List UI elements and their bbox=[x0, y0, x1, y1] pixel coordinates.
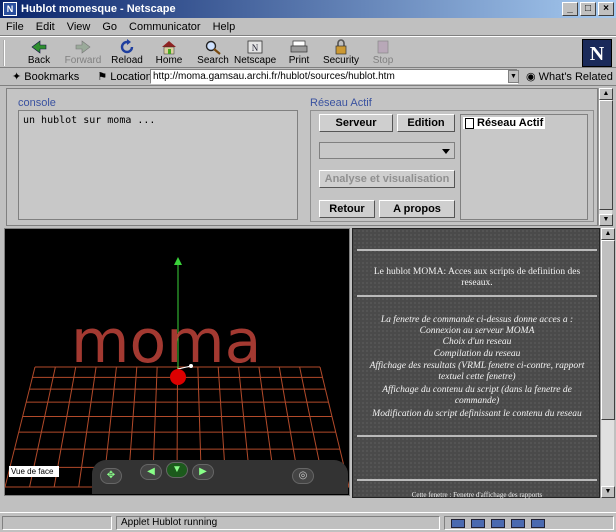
search-button[interactable]: Search bbox=[192, 38, 234, 68]
panel-intro: Le hublot MOMA: Acces aux scripts de def… bbox=[373, 267, 581, 288]
composer-icon[interactable] bbox=[531, 518, 545, 528]
lock-icon bbox=[335, 39, 347, 55]
scroll-thumb[interactable] bbox=[601, 240, 615, 420]
status-security-icons[interactable] bbox=[2, 516, 112, 530]
nav-zoom-icon[interactable]: ◎ bbox=[292, 468, 314, 484]
viewpoint-select[interactable]: Vue de face bbox=[9, 466, 59, 477]
console-textarea[interactable]: un hublot sur moma ... bbox=[18, 110, 298, 220]
minimize-button[interactable]: _ bbox=[562, 2, 578, 16]
panel-line: Connexion au serveur MOMA bbox=[419, 326, 535, 336]
maximize-button[interactable]: □ bbox=[580, 2, 596, 16]
back-arrow-icon bbox=[31, 40, 47, 54]
tree-node-reseau-actif[interactable]: Réseau Actif bbox=[463, 117, 546, 129]
svg-text:N: N bbox=[252, 43, 259, 53]
reload-button[interactable]: Reload bbox=[106, 38, 148, 68]
reseau-actif-label: Réseau Actif bbox=[310, 97, 372, 109]
mail-icon[interactable] bbox=[471, 518, 485, 528]
divider bbox=[357, 295, 597, 297]
close-button[interactable]: × bbox=[598, 2, 614, 16]
home-icon bbox=[162, 41, 176, 55]
forward-button[interactable]: Forward bbox=[62, 38, 104, 68]
document-icon bbox=[465, 117, 474, 129]
bookmarks-button[interactable]: ✦ Bookmarks bbox=[12, 70, 79, 83]
menu-communicator[interactable]: Communicator bbox=[129, 21, 201, 33]
divider bbox=[357, 435, 597, 437]
menu-view[interactable]: View bbox=[67, 21, 91, 33]
scroll-up-button[interactable]: ▲ bbox=[599, 88, 613, 100]
navigation-toolbar: Back Forward Reload Home Search N Netsca… bbox=[0, 36, 616, 68]
panel-line: Affichage du contenu du script (dans la … bbox=[382, 385, 572, 406]
netscape-button[interactable]: N Netscape bbox=[234, 38, 276, 68]
search-icon bbox=[205, 40, 221, 55]
scroll-down-button[interactable]: ▼ bbox=[601, 486, 615, 498]
component-bar bbox=[444, 516, 614, 530]
panel-line: Affichage des resultats (VRML fenetre ci… bbox=[369, 361, 585, 382]
url-dropdown-button[interactable]: ▼ bbox=[508, 70, 519, 83]
status-text: Applet Hublot running bbox=[116, 516, 440, 530]
toolbar-grip[interactable] bbox=[3, 40, 7, 66]
panel-line: Modification du script definissant le co… bbox=[372, 409, 582, 419]
netscape-app-icon: N bbox=[3, 2, 17, 16]
analyse-visualisation-button[interactable]: Analyse et visualisation bbox=[319, 170, 455, 188]
vrml-navigation-bar: ✥ ◀ ▼ ▶ ◎ bbox=[92, 460, 348, 494]
security-button[interactable]: Security bbox=[320, 38, 362, 68]
report-scrollbar[interactable]: ▲ ▼ bbox=[600, 228, 615, 498]
origin-sphere bbox=[170, 369, 186, 385]
netscape-logo[interactable]: N bbox=[582, 39, 612, 67]
nav-move-icon[interactable]: ✥ bbox=[100, 468, 122, 484]
window-titlebar: N Hublot momesque - Netscape _ □ × bbox=[0, 0, 616, 18]
moma-3d-text: moma bbox=[71, 307, 261, 377]
nav-walk-icon[interactable]: ▼ bbox=[166, 462, 188, 478]
window-controls: _ □ × bbox=[562, 2, 614, 16]
panel-line: Compilation du reseau bbox=[433, 349, 521, 359]
url-field[interactable]: http://moma.gamsau.archi.fr/hublot/sourc… bbox=[150, 69, 518, 84]
vrml-viewer[interactable]: moma bbox=[4, 228, 350, 496]
location-bar: ✦ Bookmarks ⚑ Location: http://moma.gams… bbox=[0, 68, 616, 86]
home-button[interactable]: Home bbox=[148, 38, 190, 68]
y-axis-arrow bbox=[174, 257, 182, 265]
navigator-icon[interactable] bbox=[451, 518, 465, 528]
menu-edit[interactable]: Edit bbox=[36, 21, 55, 33]
panel-footer: Cette fenetre : Fenetre d'affichage des … bbox=[411, 491, 543, 499]
reseau-tree[interactable]: Réseau Actif bbox=[460, 114, 588, 220]
divider bbox=[357, 479, 597, 481]
stop-button[interactable]: Stop bbox=[362, 38, 404, 68]
chevron-down-icon bbox=[442, 149, 450, 154]
console-label: console bbox=[18, 97, 56, 109]
scroll-up-button[interactable]: ▲ bbox=[601, 228, 615, 240]
print-button[interactable]: Print bbox=[278, 38, 320, 68]
scroll-thumb[interactable] bbox=[599, 100, 613, 210]
forward-arrow-icon bbox=[75, 40, 91, 54]
netscape-icon: N bbox=[247, 40, 263, 54]
nav-left-icon[interactable]: ◀ bbox=[140, 464, 162, 480]
reload-icon bbox=[120, 39, 134, 54]
back-button[interactable]: Back bbox=[18, 38, 60, 68]
console-text: un hublot sur moma ... bbox=[23, 115, 156, 126]
menu-bar: File Edit View Go Communicator Help bbox=[0, 18, 616, 36]
menu-help[interactable]: Help bbox=[213, 21, 236, 33]
apropos-button[interactable]: A propos bbox=[379, 200, 455, 218]
nav-right-icon[interactable]: ▶ bbox=[192, 464, 214, 480]
addressbook-icon[interactable] bbox=[511, 518, 525, 528]
whats-related-button[interactable]: ◉ What's Related bbox=[526, 70, 613, 83]
panel-line: Choix d'un reseau bbox=[442, 337, 512, 347]
applet-scrollbar[interactable]: ▲ ▼ bbox=[598, 88, 613, 226]
divider bbox=[357, 249, 597, 251]
status-bar: Applet Hublot running bbox=[0, 512, 616, 532]
panel-line: La fenetre de commande ci-dessus donne a… bbox=[380, 315, 574, 325]
edition-button[interactable]: Edition bbox=[397, 114, 455, 132]
menu-go[interactable]: Go bbox=[102, 21, 117, 33]
window-title: Hublot momesque - Netscape bbox=[21, 3, 176, 15]
location-label: ⚑ Location: bbox=[97, 71, 155, 83]
newsgroups-icon[interactable] bbox=[491, 518, 505, 528]
scroll-down-button[interactable]: ▼ bbox=[599, 214, 613, 226]
menu-file[interactable]: File bbox=[6, 21, 24, 33]
reseau-select[interactable] bbox=[319, 142, 455, 159]
report-panel: Le hublot MOMA: Acces aux scripts de def… bbox=[352, 228, 600, 499]
stop-icon bbox=[377, 40, 389, 54]
print-icon bbox=[290, 40, 308, 53]
vrml-scene: moma bbox=[5, 257, 349, 488]
serveur-button[interactable]: Serveur bbox=[319, 114, 393, 132]
retour-button[interactable]: Retour bbox=[319, 200, 375, 218]
